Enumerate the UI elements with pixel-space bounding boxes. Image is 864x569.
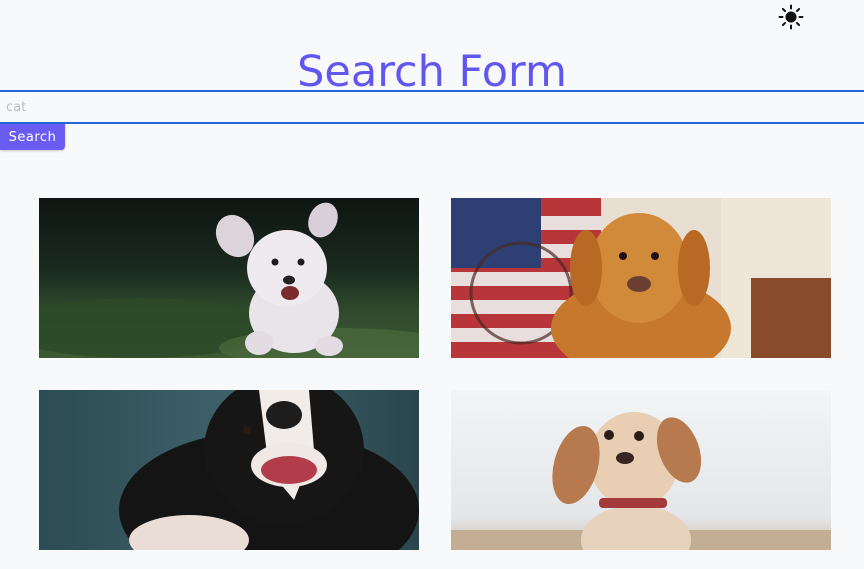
dog-photo-golden-retriever (451, 198, 831, 358)
sun-icon (778, 4, 804, 30)
theme-toggle-button[interactable] (778, 4, 804, 30)
dog-photo-running-white-dog (39, 198, 419, 358)
search-input[interactable] (0, 90, 864, 124)
search-button[interactable]: Search (0, 124, 65, 150)
dog-photo-border-collie (39, 390, 419, 550)
dog-photo-spaniel-puppy (451, 390, 831, 550)
